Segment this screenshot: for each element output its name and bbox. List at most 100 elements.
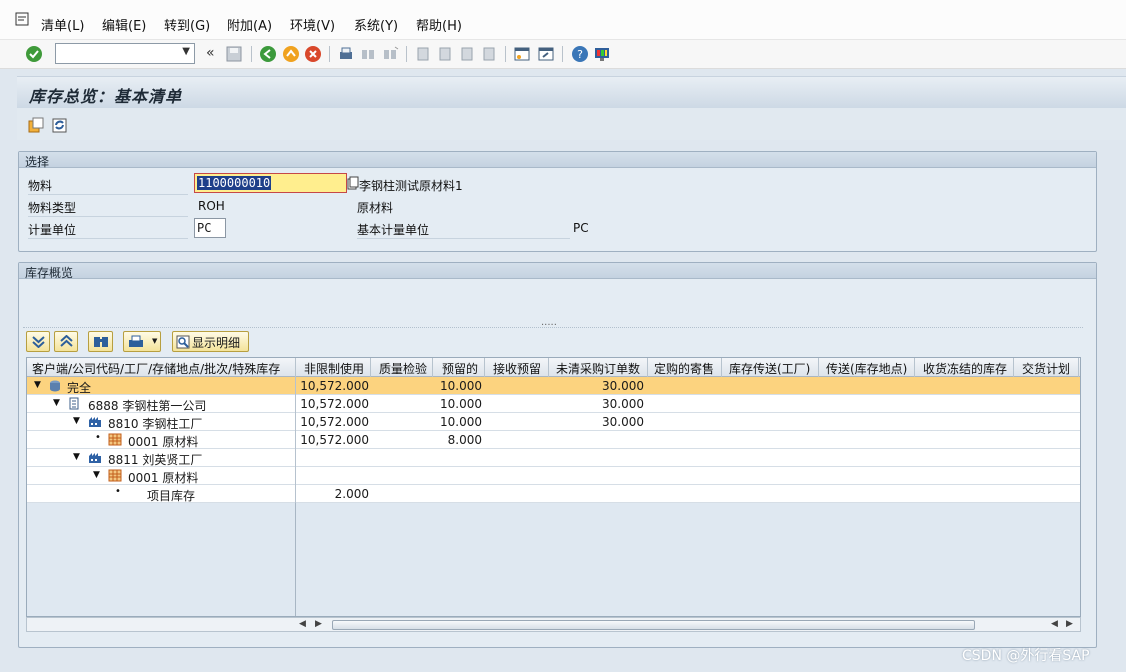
column-header-open-po[interactable]: 未清采购订单数 (556, 360, 640, 377)
column-header-stock-transfer-plant[interactable]: 库存传送(工厂) (729, 360, 810, 377)
expanded-triangle-icon[interactable]: ▼ (53, 398, 60, 408)
command-field[interactable]: ▼ (55, 43, 195, 64)
row-label: 0001 原材料 (128, 471, 199, 485)
cancel-icon[interactable] (304, 45, 322, 63)
column-separator[interactable] (721, 358, 722, 377)
collapse-icon[interactable]: « (206, 45, 215, 61)
column-separator[interactable] (548, 358, 549, 377)
column-separator[interactable] (1013, 358, 1014, 377)
enter-icon[interactable] (25, 45, 43, 63)
tree-row-storage-location[interactable]: ▼ 0001 原材料 (27, 467, 1080, 485)
column-header-ordered-consignment[interactable]: 定购的寄售 (654, 360, 714, 377)
row-label: 0001 原材料 (128, 435, 199, 449)
menu-help[interactable]: 帮助(H) (416, 15, 462, 34)
chevron-down-icon[interactable]: ▼ (182, 46, 190, 57)
watermark: CSDN @外行看SAP (962, 648, 1090, 664)
refresh-icon[interactable] (51, 116, 69, 134)
scroll-left-icon[interactable]: ◀ (1051, 619, 1058, 629)
cell-reserved: 8.000 (447, 433, 482, 447)
other-material-icon[interactable] (27, 116, 45, 134)
row-label: 项目库存 (147, 489, 196, 503)
create-session-icon[interactable] (513, 45, 531, 63)
menu-system[interactable]: 系统(Y) (354, 15, 398, 34)
menu-edit[interactable]: 编辑(E) (102, 15, 146, 34)
print-icon[interactable] (337, 45, 355, 63)
expand-all-button[interactable] (26, 331, 50, 352)
column-header-schedule-lines[interactable]: 交货计划 (1022, 360, 1070, 377)
copy-icon[interactable] (347, 176, 359, 190)
cell-open-po: 30.000 (602, 415, 644, 429)
splitter-grip-icon[interactable]: ····· (541, 320, 557, 331)
column-header-quality-inspection[interactable]: 质量检验 (379, 360, 427, 377)
cell-unrestricted: 2.000 (334, 487, 369, 501)
exit-icon[interactable] (282, 45, 300, 63)
last-page-icon[interactable] (480, 45, 498, 63)
row-label: 8810 李钢柱工厂 (108, 417, 203, 431)
plant-icon (89, 453, 101, 463)
column-header-gr-blocked[interactable]: 收货冻结的库存 (923, 360, 1007, 377)
column-separator[interactable] (914, 358, 915, 377)
shortcut-icon[interactable] (537, 45, 555, 63)
scroll-right-icon[interactable]: ▶ (1066, 619, 1073, 629)
first-page-icon[interactable] (414, 45, 432, 63)
next-page-icon[interactable] (458, 45, 476, 63)
label-underline (28, 238, 188, 239)
toolbar-separator (251, 46, 252, 62)
tree-row-project-stock[interactable]: • 项目库存 2.000 (27, 485, 1080, 503)
tree-row-storage-location[interactable]: • 0001 原材料 10,572.000 8.000 (27, 431, 1080, 449)
column-separator[interactable] (295, 358, 296, 377)
back-icon[interactable] (259, 45, 277, 63)
column-separator[interactable] (370, 358, 371, 377)
toolbar-separator (329, 46, 330, 62)
column-header-hierarchy[interactable]: 客户端/公司代码/工厂/存储地点/批次/特殊库存 (32, 360, 280, 377)
column-header-receipt-reservation[interactable]: 接收预留 (493, 360, 541, 377)
find-icon[interactable] (359, 45, 377, 63)
tree-row-plant[interactable]: ▼ 8810 李钢柱工厂 10,572.000 10.000 30.000 (27, 413, 1080, 431)
tree-row-total[interactable]: ▼ 完全 10,572.000 10.000 30.000 (27, 377, 1080, 395)
selection-group: 选择 物料 1100000010 李钢柱测试原材料1 物料类型 ROH 原材料 … (18, 151, 1097, 252)
expanded-triangle-icon[interactable]: ▼ (93, 470, 100, 480)
print-icon (129, 335, 143, 347)
menu-extras[interactable]: 附加(A) (227, 15, 272, 34)
expand-icon (32, 336, 45, 348)
expanded-triangle-icon[interactable]: ▼ (34, 380, 41, 390)
show-detail-button[interactable]: 显示明细 (172, 331, 249, 352)
stock-overview-header-text: 库存概览 (25, 266, 74, 280)
previous-page-icon[interactable] (436, 45, 454, 63)
column-header-reserved[interactable]: 预留的 (442, 360, 478, 377)
plant-icon (89, 417, 101, 427)
scroll-left-icon[interactable]: ◀ (299, 619, 306, 629)
uom-input[interactable]: PC (194, 218, 226, 238)
column-separator[interactable] (432, 358, 433, 377)
column-header-transfer-sloc[interactable]: 传送(库存地点) (826, 360, 907, 377)
menu-goto[interactable]: 转到(G) (164, 15, 210, 34)
expanded-triangle-icon[interactable]: ▼ (73, 416, 80, 426)
help-icon[interactable]: ? (571, 45, 589, 63)
sap-menu-icon[interactable] (15, 12, 29, 26)
tree-row-company[interactable]: ▼ 6888 李钢柱第一公司 10,572.000 10.000 30.000 (27, 395, 1080, 413)
tree-horizontal-scrollbar[interactable]: ◀ ▶ ◀ ▶ (26, 617, 1081, 632)
find-tree-button[interactable] (88, 331, 113, 352)
print-menu-button[interactable]: ▼ (123, 331, 161, 352)
column-separator[interactable] (1078, 358, 1079, 377)
scroll-thumb[interactable] (332, 620, 975, 630)
scroll-right-icon[interactable]: ▶ (315, 619, 322, 629)
column-header-unrestricted[interactable]: 非限制使用 (304, 360, 364, 377)
menu-environment[interactable]: 环境(V) (290, 15, 335, 34)
toolbar-separator (562, 46, 563, 62)
material-input[interactable]: 1100000010 (194, 173, 347, 193)
collapse-all-button[interactable] (54, 331, 78, 352)
column-separator[interactable] (647, 358, 648, 377)
column-divider (295, 449, 296, 467)
customize-layout-icon[interactable] (593, 45, 611, 63)
column-separator[interactable] (818, 358, 819, 377)
menu-list[interactable]: 清单(L) (41, 15, 84, 34)
toolbar-separator (406, 46, 407, 62)
find-next-icon[interactable] (381, 45, 399, 63)
column-separator[interactable] (484, 358, 485, 377)
material-input-value: 1100000010 (197, 176, 272, 190)
tree-empty-area (27, 503, 1080, 616)
tree-row-plant[interactable]: ▼ 8811 刘英贤工厂 (27, 449, 1080, 467)
save-icon[interactable] (225, 45, 243, 63)
expanded-triangle-icon[interactable]: ▼ (73, 452, 80, 462)
